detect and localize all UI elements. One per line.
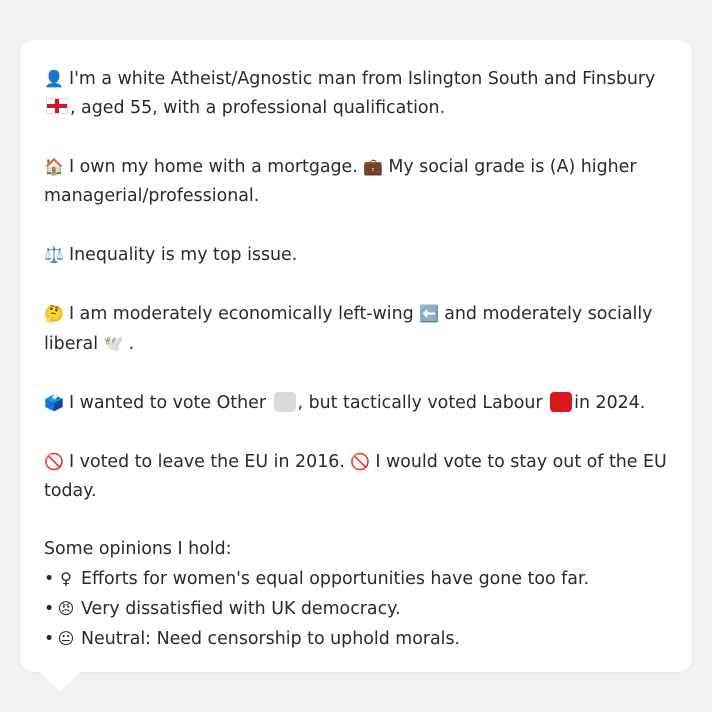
other-party-square-icon <box>273 392 296 412</box>
opinion-item: • ♀ Efforts for women's equal opportunitie… <box>44 564 668 594</box>
labour-square-icon <box>550 392 573 412</box>
vote-paragraph: 🗳️ I wanted to vote Other , but tacticall… <box>44 388 668 418</box>
top-issue-paragraph: ⚖️ Inequality is my top issue. <box>44 240 668 270</box>
vote-year-text: in 2024. <box>574 393 646 413</box>
ballot-box-icon: 🗳️ <box>44 393 64 412</box>
opinions-list: • ♀ Efforts for women's equal opportunitie… <box>44 564 668 654</box>
england-flag-icon <box>46 98 68 114</box>
thinking-face-icon: 🤔 <box>44 304 64 323</box>
top-issue-text: Inequality is my top issue. <box>69 245 298 265</box>
bullet: • <box>44 599 55 619</box>
housing-text: I own my home with a mortgage. <box>69 157 358 177</box>
opinions-title: Some opinions I hold: <box>44 539 232 559</box>
identity-text: I'm a white Atheist/Agnostic man from Is… <box>69 69 656 89</box>
identity-paragraph: 👤 I'm a white Atheist/Agnostic man from I… <box>44 64 668 123</box>
ideology-paragraph: 🤔 I am moderately economically left-wing … <box>44 299 668 359</box>
angry-face-icon: 😠 <box>57 599 75 618</box>
house-icon: 🏠 <box>44 157 64 176</box>
opinion-text: Efforts for women's equal opportunities … <box>81 569 590 589</box>
scales-icon: ⚖️ <box>44 245 64 264</box>
opinions-section: Some opinions I hold: • ♀ Efforts for wome… <box>44 535 668 654</box>
opinion-text: Neutral: Need censorship to uphold moral… <box>81 629 461 649</box>
profile-card: 👤 I'm a white Atheist/Agnostic man from I… <box>20 40 692 672</box>
neutral-face-icon: 😐 <box>57 629 75 648</box>
housing-paragraph: 🏠 I own my home with a mortgage. 💼 My soci… <box>44 152 668 211</box>
dove-icon: 🕊️ <box>103 334 124 353</box>
tactical-vote-text: , but tactically voted Labour <box>297 393 543 413</box>
female-sign-icon: ♀ <box>60 569 72 588</box>
no-entry-icon-2: 🚫 <box>350 452 371 471</box>
opinion-text: Very dissatisfied with UK democracy. <box>81 599 401 619</box>
bullet: • <box>44 629 55 649</box>
ideology-period: . <box>128 334 135 354</box>
speech-bubble-tail <box>40 672 80 692</box>
briefcase-icon: 💼 <box>363 157 384 176</box>
left-arrow-icon: ⬅️ <box>419 304 440 323</box>
opinion-item: • 😠 Very dissatisfied with UK democracy. <box>44 594 668 624</box>
eu-paragraph: 🚫 I voted to leave the EU in 2016. 🚫 I wou… <box>44 447 668 506</box>
eu-2016-text: I voted to leave the EU in 2016. <box>69 452 345 472</box>
person-icon: 👤 <box>44 69 64 88</box>
no-entry-icon: 🚫 <box>44 452 64 471</box>
economic-text: I am moderately economically left-wing <box>69 304 414 324</box>
identity-text-cont: , aged 55, with a professional qualifica… <box>70 98 446 118</box>
bullet: • <box>44 569 55 589</box>
vote-intent-text: I wanted to vote Other <box>69 393 266 413</box>
opinion-item: • 😐 Neutral: Need censorship to uphold mor… <box>44 624 668 654</box>
